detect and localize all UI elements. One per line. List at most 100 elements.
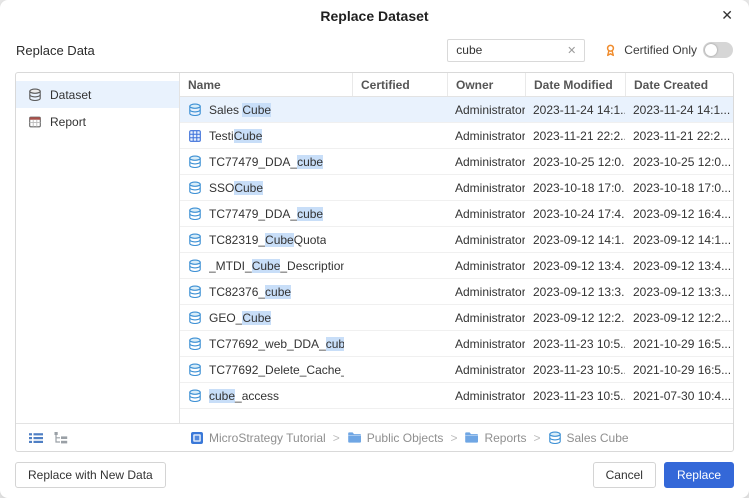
dialog-title: Replace Dataset <box>320 8 428 24</box>
name-cell: Sales Cube <box>180 103 352 117</box>
table-header: NameCertifiedOwnerDate ModifiedDate Crea… <box>180 73 733 97</box>
name-segment: TC77692_web_DDA_ <box>209 337 326 351</box>
table-row[interactable]: cube_accessAdministrator2023-11-23 10:5.… <box>180 383 733 409</box>
date-modified-cell: 2023-11-24 14:1... <box>525 103 625 117</box>
name-cell: TC77692_web_DDA_cube <box>180 337 352 351</box>
date-created-cell: 2023-11-24 14:1... <box>625 103 733 117</box>
date-created-cell: 2023-09-12 14:1... <box>625 233 733 247</box>
breadcrumb-item-public-objects[interactable]: Public Objects <box>347 431 444 445</box>
name-segment: TC77692_Delete_Cache_D... <box>209 363 344 377</box>
column-header-date-modified[interactable]: Date Modified <box>525 73 625 96</box>
replace-dataset-dialog: Replace Dataset ✕ Replace Data cube ✕ Ce… <box>0 0 749 498</box>
sidebar-item-label: Report <box>50 115 86 129</box>
project-icon <box>190 431 204 445</box>
name-segment: Testi <box>209 129 234 143</box>
cancel-button[interactable]: Cancel <box>593 462 656 488</box>
breadcrumb: MicroStrategy Tutorial>Public Objects>Re… <box>180 431 629 445</box>
owner-cell: Administrator <box>447 389 525 403</box>
search-match-highlight: cube <box>297 207 323 221</box>
toolbar-right: cube ✕ Certified Only <box>447 39 733 62</box>
name-cell: cube_access <box>180 389 352 403</box>
name-segment: _Description_... <box>280 259 344 273</box>
dataset-icon <box>28 88 42 102</box>
date-created-cell: 2023-09-12 16:4... <box>625 207 733 221</box>
cube-icon <box>188 363 202 377</box>
date-created-cell: 2021-07-30 10:4... <box>625 389 733 403</box>
table-row[interactable]: Sales CubeAdministrator2023-11-24 14:1..… <box>180 97 733 123</box>
table-row[interactable]: _MTDI_Cube_Description_...Administrator2… <box>180 253 733 279</box>
date-modified-cell: 2023-10-24 17:4... <box>525 207 625 221</box>
certified-only-toggle[interactable] <box>703 42 733 58</box>
tree-view-button[interactable] <box>53 431 69 445</box>
replace-button[interactable]: Replace <box>664 462 734 488</box>
breadcrumb-item-microstrategy-tutorial[interactable]: MicroStrategy Tutorial <box>190 431 326 445</box>
clear-search-icon[interactable]: ✕ <box>567 44 576 57</box>
tree-view-icon <box>53 431 69 445</box>
name-cell: TC82319_CubeQuota <box>180 233 352 247</box>
list-view-button[interactable] <box>28 431 44 445</box>
table-row[interactable]: TC77479_DDA_cube Administrator2023-10-24 … <box>180 201 733 227</box>
search-match-highlight: Cube <box>242 311 271 325</box>
sidebar-item-label: Dataset <box>50 88 91 102</box>
certified-ribbon-icon <box>603 43 618 58</box>
table-row[interactable]: SSOCubeAdministrator2023-10-18 17:0...20… <box>180 175 733 201</box>
table-row[interactable]: GEO_CubeAdministrator2023-09-12 12:2...2… <box>180 305 733 331</box>
sidebar-item-dataset[interactable]: Dataset <box>16 81 179 108</box>
owner-cell: Administrator <box>447 363 525 377</box>
sidebar-item-report[interactable]: Report <box>16 108 179 135</box>
date-modified-cell: 2023-10-18 17:0... <box>525 181 625 195</box>
owner-cell: Administrator <box>447 259 525 273</box>
name-segment: SSO <box>209 181 234 195</box>
search-match-highlight: Cube <box>265 233 294 247</box>
breadcrumb-label: MicroStrategy Tutorial <box>209 431 326 445</box>
date-modified-cell: 2023-11-23 10:5... <box>525 363 625 377</box>
dataset-name: TC77692_web_DDA_cube <box>209 337 344 351</box>
column-header-owner[interactable]: Owner <box>447 73 525 96</box>
dataset-name: TC82319_CubeQuota <box>209 233 326 247</box>
dataset-name: TC77479_DDA_cube <box>209 207 323 221</box>
date-modified-cell: 2023-09-12 14:1... <box>525 233 625 247</box>
dataset-name: TC82376_cube <box>209 285 291 299</box>
breadcrumb-item-reports[interactable]: Reports <box>464 431 526 445</box>
date-created-cell: 2021-10-29 16:5... <box>625 337 733 351</box>
close-icon[interactable]: ✕ <box>721 8 733 22</box>
dataset-name: _MTDI_Cube_Description_... <box>209 259 344 273</box>
cube-icon <box>548 431 562 445</box>
breadcrumb-label: Reports <box>484 431 526 445</box>
table-row[interactable]: TC82376_cubeAdministrator2023-09-12 13:3… <box>180 279 733 305</box>
search-match-highlight: Cube <box>242 103 271 117</box>
breadcrumb-item-sales-cube[interactable]: Sales Cube <box>548 431 629 445</box>
table-row[interactable]: TC77692_Delete_Cache_D... Administrator20… <box>180 357 733 383</box>
table-body: Sales Cube Administrator 2023-11-24 14:1..… <box>180 97 733 423</box>
name-segment: _MTDI_ <box>209 259 252 273</box>
dataset-name: GEO_Cube <box>209 311 271 325</box>
table-row[interactable]: TC77479_DDA_cubeAdministrator2023-10-25 … <box>180 149 733 175</box>
dataset-name: TC77692_Delete_Cache_D... <box>209 363 344 377</box>
table-row[interactable]: TestiCubeAdministrator2023-11-21 22:2...… <box>180 123 733 149</box>
breadcrumb-separator: > <box>450 431 457 445</box>
owner-cell: Administrator <box>447 207 525 221</box>
column-header-certified[interactable]: Certified <box>352 73 447 96</box>
date-created-cell: 2023-09-12 12:2... <box>625 311 733 325</box>
dataset-name: SSOCube <box>209 181 263 195</box>
column-header-date-created[interactable]: Date Created <box>625 73 733 96</box>
date-modified-cell: 2023-09-12 12:2... <box>525 311 625 325</box>
table-row[interactable]: TC82319_CubeQuotaAdministrator2023-09-12… <box>180 227 733 253</box>
name-cell: TC77692_Delete_Cache_D... <box>180 363 352 377</box>
owner-cell: Administrator <box>447 337 525 351</box>
name-cell: TC77479_DDA_cube <box>180 155 352 169</box>
replace-with-new-data-button[interactable]: Replace with New Data <box>15 462 166 488</box>
table-row[interactable]: TC77692_web_DDA_cubeAdministrator2023-11… <box>180 331 733 357</box>
certified-only-group: Certified Only <box>603 42 733 58</box>
breadcrumb-label: Public Objects <box>367 431 444 445</box>
name-segment: Quota <box>294 233 327 247</box>
search-input[interactable]: cube ✕ <box>447 39 585 62</box>
owner-cell: Administrator <box>447 311 525 325</box>
footer-actions: Cancel Replace <box>593 462 734 488</box>
name-segment: TC77479_DDA_ <box>209 155 297 169</box>
owner-cell: Administrator <box>447 233 525 247</box>
name-segment: TC77479_DDA_ <box>209 207 297 221</box>
search-match-highlight: Cube <box>234 181 263 195</box>
certified-only-label: Certified Only <box>624 43 697 57</box>
column-header-name[interactable]: Name <box>180 73 352 96</box>
